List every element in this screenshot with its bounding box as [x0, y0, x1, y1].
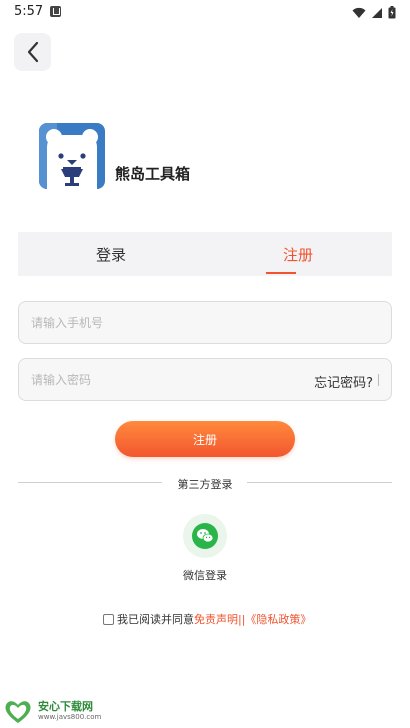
- agreement-separator: ||: [238, 612, 246, 626]
- agreement-text: 我已阅读并同意: [117, 613, 194, 626]
- tab-login[interactable]: 登录: [51, 232, 171, 276]
- wechat-icon: [192, 523, 218, 549]
- app-name: 熊岛工具箱: [115, 165, 191, 183]
- battery-icon: [388, 4, 396, 23]
- wechat-login-button[interactable]: [183, 514, 227, 558]
- watermark-url: www.javs800.com: [38, 712, 102, 721]
- forgot-password-link[interactable]: 忘记密码?: [314, 372, 373, 391]
- phone-input[interactable]: [31, 302, 311, 343]
- phone-field: [18, 301, 392, 344]
- wechat-login-label: 微信登录: [183, 569, 227, 582]
- agreement-row: 我已阅读并同意 免责声明 || 《隐私政策》: [103, 611, 311, 627]
- tab-register[interactable]: 注册: [238, 232, 358, 276]
- third-party-label: 第三方登录: [177, 478, 233, 491]
- active-tab-indicator: [266, 272, 296, 274]
- watermark: 安心下载网 www.javs800.com: [4, 697, 101, 725]
- watermark-title: 安心下载网: [38, 699, 93, 713]
- chevron-left-icon: [27, 41, 38, 63]
- agreement-checkbox[interactable]: [103, 613, 114, 625]
- disclaimer-link[interactable]: 免责声明: [194, 611, 238, 627]
- signal-icon: [370, 4, 383, 23]
- divider-right: [247, 482, 392, 483]
- separator: [378, 374, 379, 386]
- app-logo: [39, 123, 105, 189]
- status-time: 5:57: [14, 4, 44, 19]
- status-bar: 5:57: [0, 0, 410, 24]
- watermark-logo-icon: [5, 701, 31, 723]
- bear-logo-icon: [39, 123, 105, 189]
- divider-left: [18, 482, 162, 483]
- wifi-icon: [352, 4, 366, 23]
- notification-icon: [50, 6, 61, 17]
- privacy-policy-link[interactable]: 《隐私政策》: [245, 611, 311, 627]
- register-button[interactable]: 注册: [115, 421, 295, 457]
- password-field: 忘记密码?: [18, 358, 392, 401]
- back-button[interactable]: [14, 33, 51, 71]
- auth-tab-bar: 登录 注册: [18, 232, 392, 276]
- password-input[interactable]: [31, 359, 311, 400]
